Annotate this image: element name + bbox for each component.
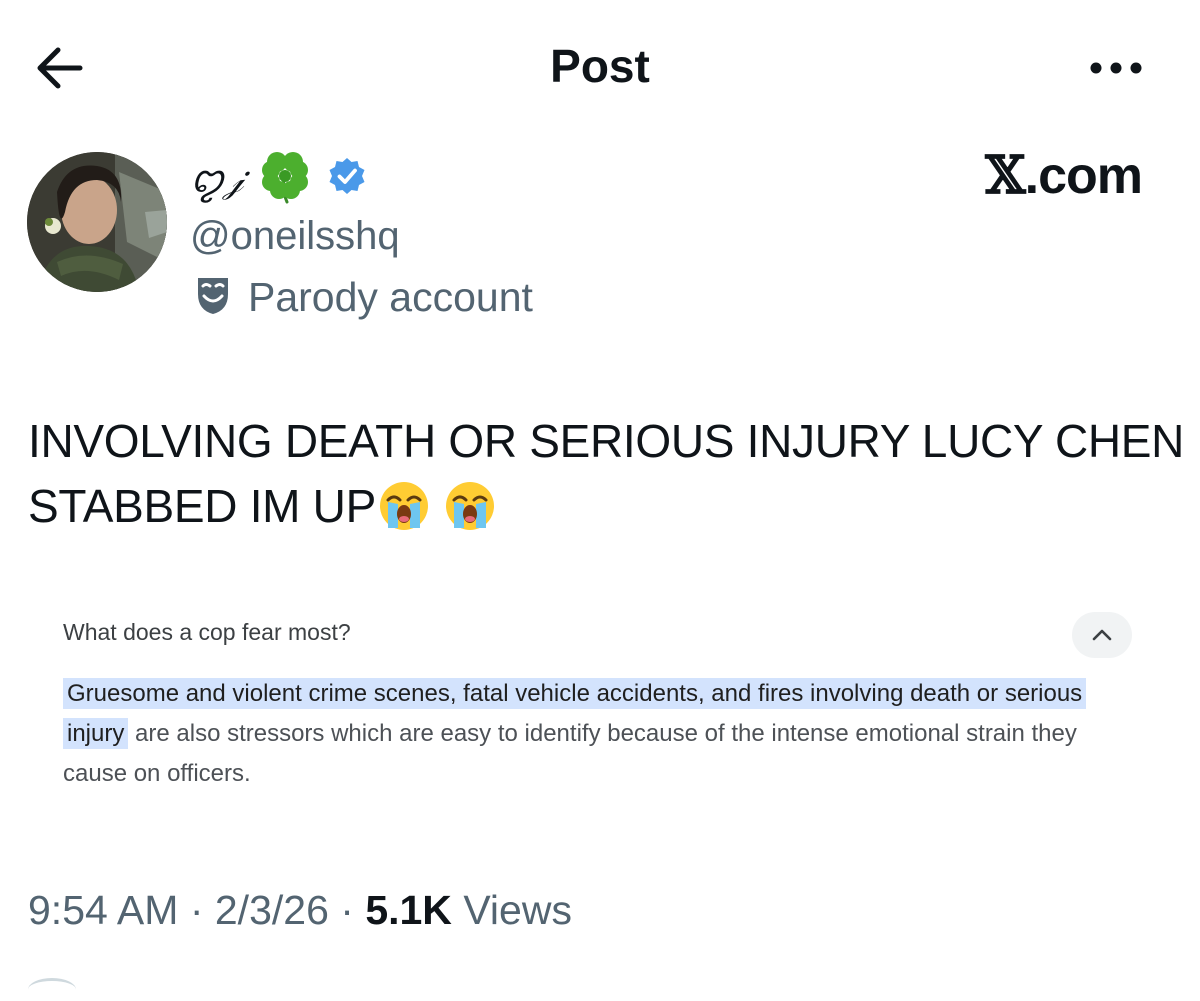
- x-logo-mark: 𝕏: [985, 145, 1025, 206]
- clover-icon: [257, 148, 313, 209]
- theater-mask-icon: [192, 274, 234, 321]
- views-label: Views: [451, 887, 572, 933]
- more-options-button[interactable]: [1082, 48, 1150, 88]
- loudly-crying-emoji-icon: [444, 480, 496, 549]
- parody-label: Parody account: [192, 272, 533, 322]
- embedded-search-snippet: What does a cop fear most?: [63, 612, 1143, 652]
- author-handle[interactable]: @oneilsshq: [190, 212, 400, 260]
- parody-label-text: Parody account: [248, 274, 533, 320]
- snippet-rest-text: are also stressors which are easy to ide…: [63, 720, 1077, 787]
- next-section-edge: [28, 978, 76, 1001]
- verified-badge-icon: [327, 156, 367, 201]
- author-name-row[interactable]: ꨄ𝒿: [190, 150, 367, 206]
- collapse-button[interactable]: [1072, 612, 1132, 658]
- page-title: Post: [550, 40, 650, 92]
- watermark-domain: .com: [1024, 147, 1143, 205]
- post-text: INVOLVING DEATH OR SERIOUS INJURY LUCY C…: [28, 415, 1185, 532]
- snippet-answer: Gruesome and violent crime scenes, fatal…: [63, 674, 1123, 794]
- post-header: Post: [0, 0, 1200, 135]
- post-time[interactable]: 9:54 AM: [28, 887, 178, 933]
- meta-separator: ·: [178, 887, 215, 933]
- x-watermark: 𝕏.com: [985, 145, 1143, 206]
- post-body: INVOLVING DEATH OR SERIOUS INJURY LUCY C…: [28, 409, 1188, 549]
- loudly-crying-emoji-icon: [378, 480, 430, 549]
- avatar[interactable]: [27, 152, 167, 292]
- post-metadata: 9:54 AM · 2/3/26 · 5.1K Views: [28, 882, 572, 938]
- views-count[interactable]: 5.1K: [365, 887, 452, 933]
- meta-separator: ·: [328, 887, 366, 933]
- chevron-up-icon: [1092, 629, 1112, 641]
- snippet-question: What does a cop fear most?: [63, 619, 351, 645]
- post-date[interactable]: 2/3/26: [215, 887, 329, 933]
- display-name[interactable]: ꨄ𝒿: [190, 152, 243, 205]
- more-horizontal-icon: [1090, 62, 1142, 74]
